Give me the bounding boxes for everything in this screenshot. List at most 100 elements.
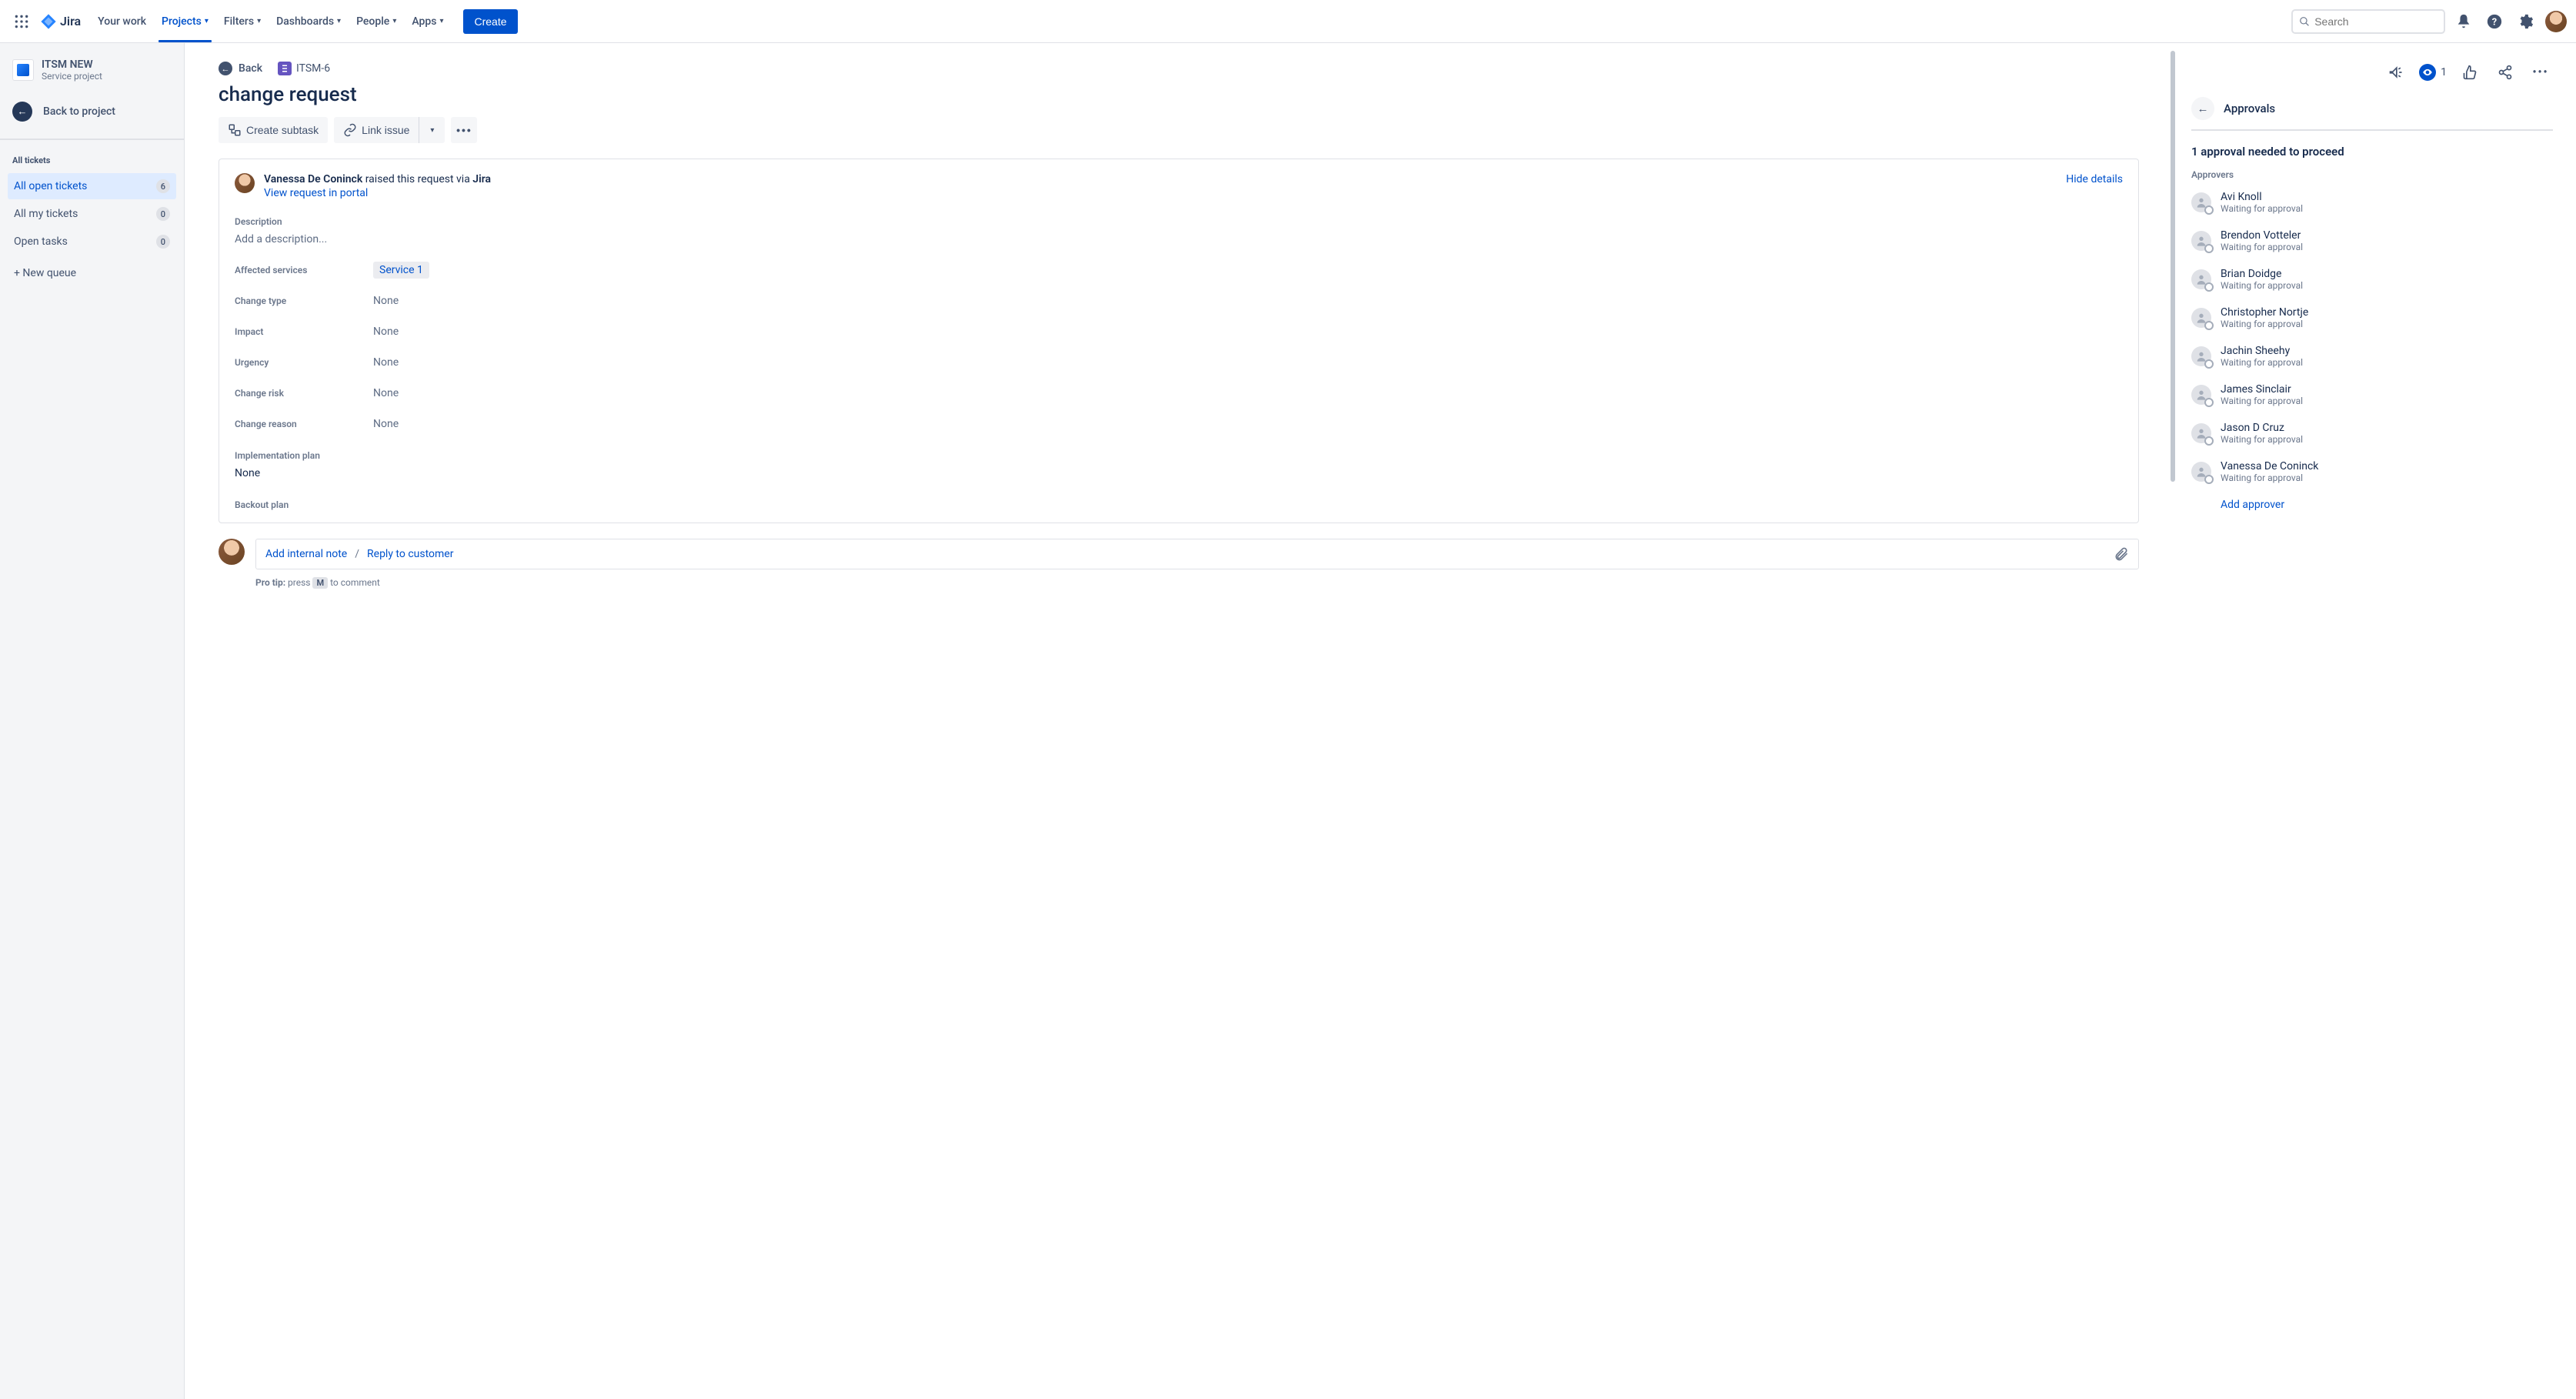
queue-label: Open tasks [14, 235, 68, 248]
approver-row[interactable]: Jachin SheehyWaiting for approval [2191, 345, 2553, 368]
approver-name: Jachin Sheehy [2221, 345, 2303, 357]
approver-row[interactable]: Avi KnollWaiting for approval [2191, 191, 2553, 214]
service-tag[interactable]: Service 1 [373, 262, 429, 279]
like-icon[interactable] [2458, 60, 2482, 85]
approver-row[interactable]: Jason D CruzWaiting for approval [2191, 422, 2553, 445]
approver-avatar [2191, 308, 2211, 328]
field-change-reason: Change reason None [235, 418, 2123, 430]
field-value[interactable]: None [373, 326, 399, 338]
approver-avatar [2191, 269, 2211, 289]
approver-row[interactable]: James SinclairWaiting for approval [2191, 383, 2553, 406]
more-icon: ••• [456, 124, 472, 136]
backout-plan-label: Backout plan [235, 499, 2123, 510]
field-value[interactable]: None [373, 418, 399, 430]
approver-avatar [2191, 462, 2211, 482]
queue-item-open-tasks[interactable]: Open tasks 0 [8, 229, 176, 255]
link-issue-button[interactable]: Link issue [334, 117, 419, 143]
notifications-icon[interactable] [2451, 9, 2476, 34]
new-queue-button[interactable]: + New queue [8, 259, 176, 287]
project-header[interactable]: ITSM NEW Service project [8, 58, 176, 95]
queue-item-all-open-tickets[interactable]: All open tickets 6 [8, 173, 176, 199]
watch-eye-icon [2419, 64, 2436, 81]
search-input[interactable] [2314, 15, 2438, 28]
add-approver-link[interactable]: Add approver [2221, 499, 2553, 511]
field-value[interactable]: None [373, 356, 399, 369]
add-internal-note-link[interactable]: Add internal note [265, 548, 347, 560]
chevron-down-icon: ▾ [430, 126, 434, 135]
link-issue-dropdown[interactable]: ▾ [419, 117, 445, 143]
nav-label: Apps [412, 15, 436, 28]
field-urgency: Urgency None [235, 356, 2123, 369]
nav-filters[interactable]: Filters▾ [216, 0, 269, 42]
nav-apps[interactable]: Apps▾ [404, 0, 451, 42]
back-to-project-link[interactable]: ← Back to project [8, 95, 176, 128]
nav-dashboards[interactable]: Dashboards▾ [269, 0, 349, 42]
description-field[interactable]: Add a description... [235, 233, 2123, 245]
queue-count: 6 [156, 179, 170, 193]
approver-status-dot [2204, 205, 2214, 215]
field-label: Change reason [235, 419, 373, 429]
requester-text: Vanessa De Coninck raised this request v… [264, 173, 2057, 199]
approver-status: Waiting for approval [2221, 203, 2303, 214]
right-panel-icons: 1 ••• [2191, 60, 2553, 85]
approver-avatar [2191, 423, 2211, 443]
create-button[interactable]: Create [463, 9, 517, 34]
field-label: Impact [235, 326, 373, 337]
request-card: Vanessa De Coninck raised this request v… [219, 159, 2139, 523]
issue-type-icon [278, 62, 292, 75]
more-icon[interactable]: ••• [2528, 60, 2553, 85]
issue-key-link[interactable]: ITSM-6 [278, 62, 330, 75]
search-box[interactable] [2291, 9, 2445, 34]
approver-avatar [2191, 346, 2211, 366]
requester-name: Vanessa De Coninck [264, 173, 362, 185]
field-change-type: Change type None [235, 295, 2123, 307]
more-actions-button[interactable]: ••• [451, 117, 477, 143]
approver-row[interactable]: Brendon VottelerWaiting for approval [2191, 229, 2553, 252]
scrollbar-thumb[interactable] [2171, 51, 2175, 482]
approver-row[interactable]: Vanessa De ConinckWaiting for approval [2191, 460, 2553, 483]
approver-avatar [2191, 385, 2211, 405]
nav-projects[interactable]: Projects▾ [154, 0, 216, 42]
nav-items: Your work Projects▾ Filters▾ Dashboards▾… [90, 0, 451, 42]
nav-your-work[interactable]: Your work [90, 0, 154, 42]
approvals-title: Approvals [2224, 102, 2275, 115]
project-name: ITSM NEW [42, 58, 102, 71]
back-button[interactable]: ← Back [219, 62, 262, 75]
view-request-portal-link[interactable]: View request in portal [264, 187, 2057, 199]
queue-count: 0 [156, 235, 170, 249]
jira-logo[interactable]: Jira [40, 13, 81, 30]
approver-status: Waiting for approval [2221, 319, 2308, 329]
field-value[interactable]: None [373, 387, 399, 399]
approver-row[interactable]: Brian DoidgeWaiting for approval [2191, 268, 2553, 291]
queue-item-all-my-tickets[interactable]: All my tickets 0 [8, 201, 176, 227]
chevron-down-icon: ▾ [392, 17, 396, 25]
scroll-divider [2170, 43, 2176, 1399]
help-icon[interactable]: ? [2482, 9, 2507, 34]
issue-key: ITSM-6 [296, 62, 330, 75]
field-value[interactable]: None [373, 295, 399, 307]
comment-box[interactable]: Add internal note / Reply to customer [255, 539, 2139, 569]
nav-people[interactable]: People▾ [349, 0, 404, 42]
watch-button[interactable]: 1 [2419, 64, 2447, 81]
comment-row: Add internal note / Reply to customer [219, 539, 2139, 569]
issue-title[interactable]: change request [219, 83, 2139, 106]
approver-row[interactable]: Christopher NortjeWaiting for approval [2191, 306, 2553, 329]
field-label: Change risk [235, 388, 373, 399]
create-subtask-button[interactable]: Create subtask [219, 117, 328, 143]
field-value[interactable]: Service 1 [373, 264, 429, 276]
settings-icon[interactable] [2513, 9, 2538, 34]
share-icon[interactable] [2493, 60, 2518, 85]
approver-status-dot [2204, 321, 2214, 330]
approver-name: Vanessa De Coninck [2221, 460, 2318, 472]
app-switcher-icon[interactable] [9, 9, 34, 34]
hide-details-link[interactable]: Hide details [2066, 173, 2123, 185]
implementation-plan-value[interactable]: None [235, 467, 2123, 479]
feedback-icon[interactable] [2384, 60, 2408, 85]
profile-avatar[interactable] [2545, 11, 2567, 32]
approval-needed-text: 1 approval needed to proceed [2191, 145, 2553, 159]
attachment-icon[interactable] [2114, 546, 2129, 562]
approver-status: Waiting for approval [2221, 242, 2303, 252]
requester-avatar[interactable] [235, 173, 255, 193]
reply-to-customer-link[interactable]: Reply to customer [367, 548, 453, 560]
approvals-back-button[interactable]: ← [2191, 97, 2214, 120]
